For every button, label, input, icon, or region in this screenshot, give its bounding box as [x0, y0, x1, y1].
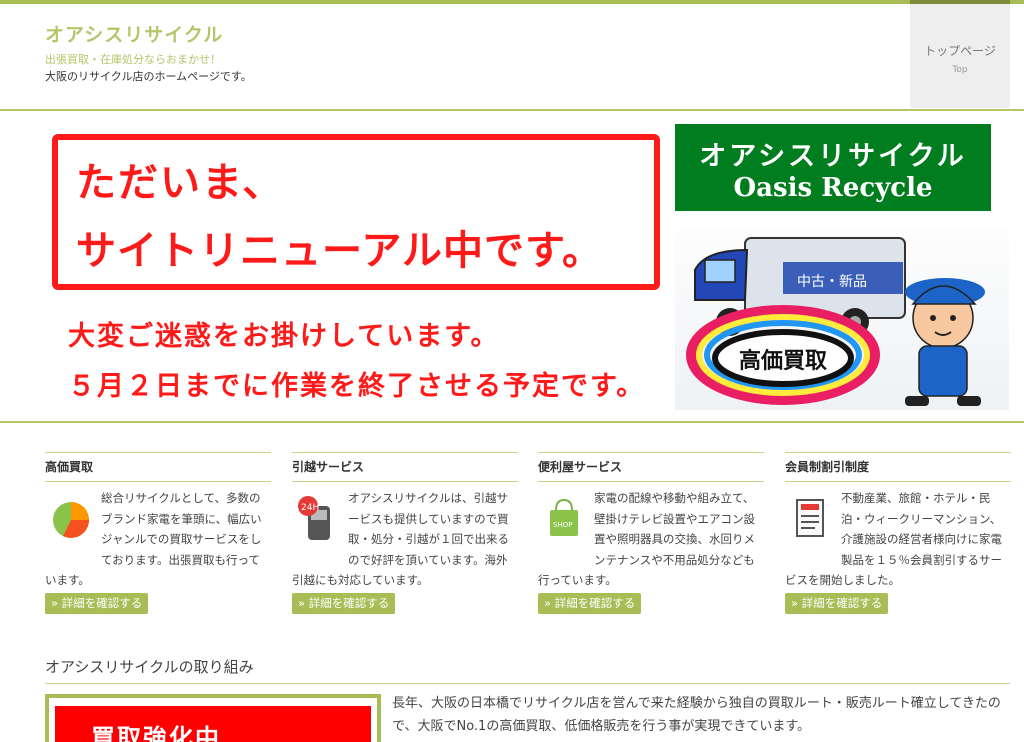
sign-text: 高価買取: [739, 348, 827, 374]
logo-en-text: Oasis Recycle: [733, 173, 933, 203]
top-accent-bar: [0, 0, 1024, 4]
apology-line-2: ５月２日までに作業を終了させる予定です。: [68, 371, 646, 402]
service-card-buyback: 高価買取 総合リサイクルとして、多数のブランド家電を筆頭に、幅広いジャンルでの買…: [45, 452, 271, 620]
details-button[interactable]: » 詳細を確認する: [785, 593, 889, 614]
details-button[interactable]: » 詳細を確認する: [45, 593, 149, 614]
logo-jp-text: オアシスリサイクル: [699, 141, 967, 172]
mobile-phone-24h-icon: 24H: [298, 496, 330, 540]
renewal-notice-box: ただいま、 サイトリニューアル中です。: [52, 134, 660, 290]
notice-line-1: ただいま、: [76, 160, 285, 206]
header-divider: [0, 109, 1024, 111]
document-list-icon: [796, 499, 824, 537]
site-description: 大阪のリサイクル店のホームページです。: [45, 70, 252, 83]
service-card-membership: 会員制割引制度 不動産業、旅館・ホテル・民泊・ウィークリーマンション、介護施設の…: [785, 452, 1011, 620]
notice-line-2: サイトリニューアル中です。: [76, 228, 603, 274]
nav-top-page-label: トップページ: [924, 44, 996, 58]
service-card-handyman: 便利屋サービス 家電の配線や移動や組み立て、壁掛けテレビ設置やエアコン設置や照明…: [538, 452, 764, 620]
service-title: 便利屋サービス: [538, 452, 764, 482]
apology-line-1: 大変ご迷惑をお掛けしています。: [68, 321, 500, 352]
details-button[interactable]: » 詳細を確認する: [292, 593, 396, 614]
service-card-moving: 引越サービス オアシスリサイクルは、引越サービスも提供していますので買取・処分・…: [292, 452, 518, 620]
promo-banner: 買取強化中: [55, 706, 371, 742]
service-title: 引越サービス: [292, 452, 518, 482]
hero-banner: ただいま、 サイトリニューアル中です。 大変ご迷惑をお掛けしています。 ５月２日…: [0, 112, 1024, 421]
service-title: 会員制割引制度: [785, 452, 1011, 482]
nav-top-page-sublabel: Top: [952, 65, 968, 75]
site-title[interactable]: オアシスリサイクル: [45, 20, 223, 47]
truck-label: 中古・新品: [797, 274, 867, 290]
pie-chart-icon: [53, 502, 89, 538]
banner-divider: [0, 421, 1024, 423]
details-button[interactable]: » 詳細を確認する: [538, 593, 642, 614]
svg-text:SHOP: SHOP: [553, 521, 572, 529]
section-body-text: 長年、大阪の日本橋でリサイクル店を営んで来た経験から独自の買取ルート・販売ルート…: [392, 696, 1001, 734]
site-tagline: 出張買取・在庫処分ならおまかせ！: [45, 53, 221, 66]
section-divider: [45, 683, 1010, 684]
shopping-bag-icon: SHOP: [550, 498, 578, 536]
brand-logo: オアシスリサイクル Oasis Recycle: [675, 124, 991, 211]
truck-illustration: 中古・新品 高価買取: [675, 230, 1009, 410]
promo-image[interactable]: 買取強化中: [45, 694, 381, 742]
section-title: オアシスリサイクルの取り組み: [45, 658, 254, 676]
truck-mascot-icon: 中古・新品 高価買取: [686, 237, 985, 406]
nav-top-page[interactable]: トップページ Top: [910, 4, 1010, 108]
promo-text: 買取強化中: [91, 724, 221, 742]
svg-text:24H: 24H: [301, 503, 319, 513]
service-title: 高価買取: [45, 452, 271, 482]
